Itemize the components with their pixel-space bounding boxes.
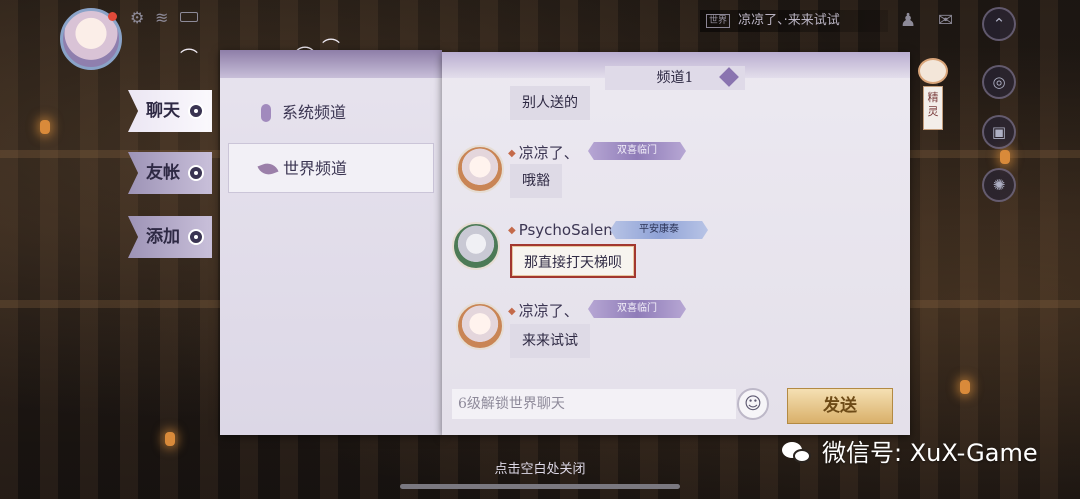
gear-icon[interactable]: ⚙ [130,10,144,26]
sender-name[interactable]: ◆ 凉凉了、 [508,300,579,321]
badge-text: 双喜临门 [617,145,657,156]
tab-add[interactable]: 添加 [128,216,212,258]
eye-icon [188,229,204,245]
channel-item-system[interactable]: 系统频道 [228,88,434,138]
chat-bubble-highlighted: 那直接打天梯呗 [510,244,636,278]
chat-bubble: 哦豁 [510,164,562,198]
channel-label: 世界频道 [283,159,348,178]
tab-friends-label: 友帐 [146,163,180,183]
spirit-label: 精灵 [923,86,943,130]
channel-title: 频道1 [656,70,694,86]
channel-item-world[interactable]: 世界频道 [228,143,434,193]
home-indicator[interactable] [400,484,680,489]
cat-face-icon [918,58,948,84]
eye-icon [188,103,204,119]
title-badge: 双喜临门 [588,300,686,318]
message-text: 别人送的 [522,95,578,111]
tab-chat[interactable]: 聊天 [128,90,212,132]
settings-icon[interactable]: ✺ [982,168,1016,202]
chat-bubble: 别人送的 [510,86,590,120]
chat-input[interactable]: 6级解锁世界聊天 [452,389,736,419]
world-chat-ticker[interactable]: 世界 凉凉了、·来来试试 [700,10,888,32]
ticker-text: 凉凉了、·来来试试 [738,13,840,28]
camera-icon[interactable]: ◎ [982,65,1016,99]
channel-label: 系统频道 [282,103,347,122]
send-label: 发送 [823,396,857,416]
sender-name-text: 凉凉了、 [518,144,579,162]
sender-name[interactable]: ◆ 凉凉了、 [508,142,579,163]
tab-chat-label: 聊天 [146,101,180,121]
ticker-tag: 世界 [706,14,731,28]
notification-dot [108,12,117,21]
badge-text: 双喜临门 [617,303,657,314]
arrow-up-icon[interactable]: ⌃ [982,7,1016,41]
tab-add-label: 添加 [146,227,180,247]
chat-bubble: 来来试试 [510,324,590,358]
sender-name-text: PsychoSalem [518,221,618,239]
badge-text: 平安康泰 [639,224,679,235]
wechat-icon [782,440,814,466]
sender-name[interactable]: ◆ PsychoSalem [508,221,618,239]
watermark-text: 微信号: XuX-Game [822,439,1038,467]
title-badge: 双喜临门 [588,142,686,160]
message-text: 哦豁 [522,173,550,189]
message-text: 来来试试 [522,333,578,349]
input-placeholder: 6级解锁世界聊天 [458,396,565,412]
close-hint[interactable]: 点击空白处关闭 [460,458,620,477]
channel-list-panel: 系统频道 世界频道 [220,50,442,435]
lock-icon[interactable]: ▣ [982,115,1016,149]
eye-icon [188,165,204,181]
sender-name-text: 凉凉了、 [518,302,579,320]
close-hint-text: 点击空白处关闭 [494,462,586,477]
sender-avatar[interactable] [452,222,500,270]
title-badge: 平安康泰 [610,221,708,239]
battery-icon [180,12,198,22]
emoji-icon[interactable]: ☺ [737,388,769,420]
bell-icon[interactable]: ♟ [900,12,916,30]
send-button[interactable]: 发送 [787,388,893,424]
wifi-icon: ≋ [155,8,169,27]
message-text: 那直接打天梯呗 [524,255,622,271]
spirit-bookmark[interactable]: 精灵 [918,58,948,142]
leaf-icon [257,160,279,178]
sender-avatar[interactable] [456,302,504,350]
tab-friends[interactable]: 友帐 [128,152,212,194]
mic-icon [261,104,271,122]
bird-decoration-icon: ⌒ [180,48,198,69]
sender-avatar[interactable] [456,145,504,193]
mail-icon[interactable]: ✉ [938,12,953,30]
